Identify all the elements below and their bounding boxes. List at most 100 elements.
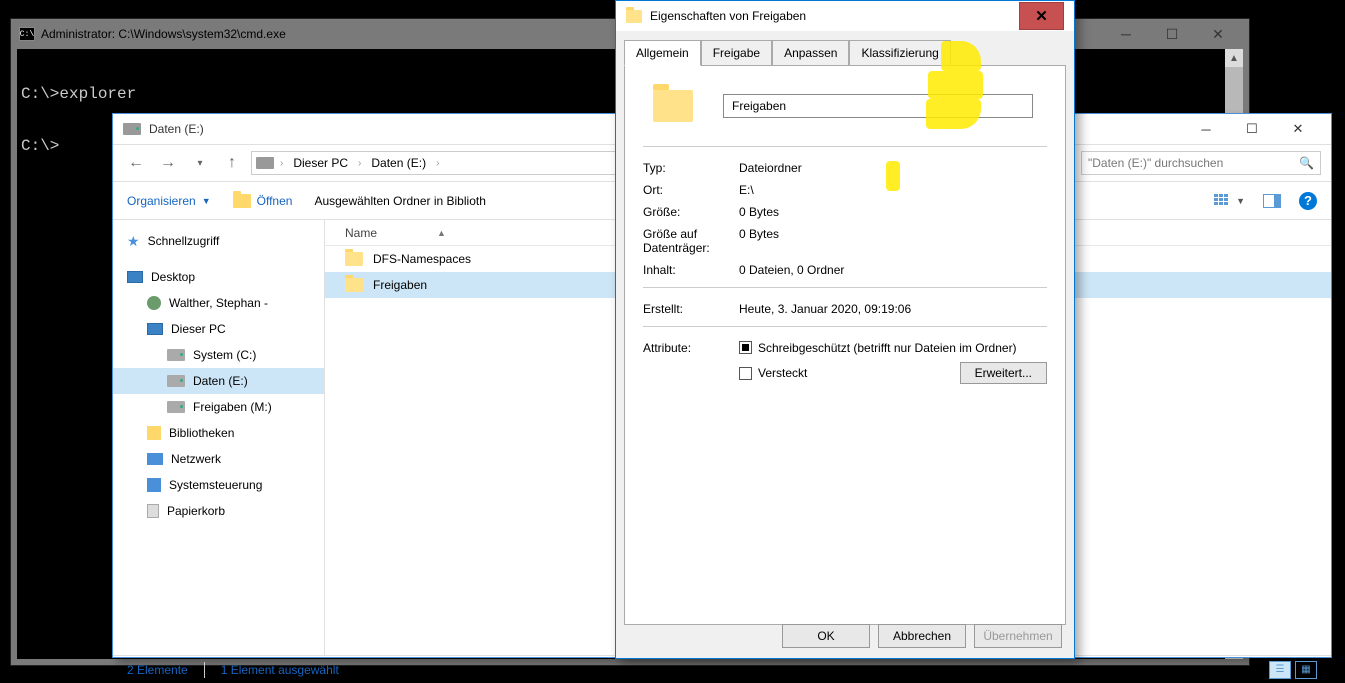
divider <box>643 326 1047 327</box>
tree-drive-m[interactable]: Freigaben (M:) <box>113 394 324 420</box>
tree-libraries[interactable]: Bibliotheken <box>113 420 324 446</box>
library-icon <box>147 426 161 440</box>
open-button[interactable]: Öffnen <box>233 194 293 208</box>
tab-general[interactable]: Allgemein <box>624 40 701 66</box>
label-size-on-disk: Größe auf Datenträger: <box>643 227 739 255</box>
readonly-checkbox[interactable] <box>739 341 752 354</box>
tab-classification[interactable]: Klassifizierung <box>849 40 950 66</box>
properties-page: Typ:Dateiordner Ort:E:\ Größe:0 Bytes Gr… <box>624 65 1066 625</box>
chevron-right-icon[interactable]: › <box>280 158 283 169</box>
tree-quick-access[interactable]: ★ Schnellzugriff <box>113 228 324 254</box>
search-placeholder: "Daten (E:)" durchsuchen <box>1088 156 1223 170</box>
label-size: Größe: <box>643 205 739 219</box>
folder-icon <box>653 90 693 122</box>
tree-user[interactable]: Walther, Stephan - <box>113 290 324 316</box>
cmd-minimize-button[interactable]: ─ <box>1103 20 1149 48</box>
drive-icon <box>256 157 274 169</box>
tree-desktop[interactable]: Desktop <box>113 264 324 290</box>
chevron-down-icon: ▼ <box>202 196 211 206</box>
tree-label: Freigaben (M:) <box>193 400 272 414</box>
folder-icon <box>626 10 642 23</box>
label-location: Ort: <box>643 183 739 197</box>
chevron-right-icon[interactable]: › <box>436 158 439 169</box>
label-type: Typ: <box>643 161 739 175</box>
properties-tabs: Allgemein Freigabe Anpassen Klassifizier… <box>616 31 1074 65</box>
tree-label: Desktop <box>151 270 195 284</box>
explorer-minimize-button[interactable]: ─ <box>1183 115 1229 143</box>
drive-icon <box>123 123 141 135</box>
folder-icon <box>345 252 363 266</box>
divider <box>643 146 1047 147</box>
tree-drive-e[interactable]: Daten (E:) <box>113 368 324 394</box>
advanced-button[interactable]: Erweitert... <box>960 362 1047 384</box>
include-label: Ausgewählten Ordner in Biblioth <box>314 194 485 208</box>
star-icon: ★ <box>127 233 140 250</box>
forward-button[interactable]: → <box>155 150 181 176</box>
value-size: 0 Bytes <box>739 205 779 219</box>
chevron-right-icon[interactable]: › <box>358 158 361 169</box>
divider <box>204 662 205 678</box>
ok-button[interactable]: OK <box>782 624 870 648</box>
value-created: Heute, 3. Januar 2020, 09:19:06 <box>739 302 911 316</box>
explorer-maximize-button[interactable]: ☐ <box>1229 115 1275 143</box>
hidden-label: Versteckt <box>758 366 807 380</box>
tab-customize[interactable]: Anpassen <box>772 40 849 66</box>
explorer-close-button[interactable]: ✕ <box>1275 115 1321 143</box>
drive-icon <box>167 401 185 413</box>
properties-titlebar[interactable]: Eigenschaften von Freigaben ✕ <box>616 1 1074 31</box>
organize-menu[interactable]: Organisieren ▼ <box>127 194 211 208</box>
properties-title-text: Eigenschaften von Freigaben <box>650 9 806 23</box>
folder-icon <box>345 278 363 292</box>
properties-close-button[interactable]: ✕ <box>1019 2 1064 30</box>
back-button[interactable]: ← <box>123 150 149 176</box>
include-in-library-button[interactable]: Ausgewählten Ordner in Biblioth <box>314 194 485 208</box>
explorer-title-text: Daten (E:) <box>149 122 204 136</box>
properties-dialog: Eigenschaften von Freigaben ✕ Allgemein … <box>615 0 1075 659</box>
search-icon[interactable]: 🔍 <box>1299 156 1314 170</box>
open-label: Öffnen <box>257 194 293 208</box>
tree-label: Schnellzugriff <box>148 234 220 248</box>
label-attributes: Attribute: <box>643 341 739 355</box>
value-type: Dateiordner <box>739 161 802 175</box>
label-created: Erstellt: <box>643 302 739 316</box>
help-icon[interactable]: ? <box>1299 192 1317 210</box>
apply-button[interactable]: Übernehmen <box>974 624 1062 648</box>
breadcrumb-pc[interactable]: Dieser PC <box>289 156 352 170</box>
item-name: DFS-Namespaces <box>373 252 471 266</box>
value-location: E:\ <box>739 183 754 197</box>
nav-tree[interactable]: ★ Schnellzugriff Desktop Walther, Stephan… <box>113 220 325 655</box>
tree-drive-c[interactable]: System (C:) <box>113 342 324 368</box>
sort-asc-icon: ▲ <box>437 228 446 238</box>
folder-icon <box>233 194 251 208</box>
search-input[interactable]: "Daten (E:)" durchsuchen 🔍 <box>1081 151 1321 175</box>
tree-this-pc[interactable]: Dieser PC <box>113 316 324 342</box>
tree-label: System (C:) <box>193 348 256 362</box>
cmd-close-button[interactable]: ✕ <box>1195 20 1241 48</box>
tree-network[interactable]: Netzwerk <box>113 446 324 472</box>
column-label: Name <box>345 226 377 240</box>
tree-recycle-bin[interactable]: Papierkorb <box>113 498 324 524</box>
history-dropdown[interactable]: ▾ <box>187 150 213 176</box>
control-panel-icon <box>147 478 161 492</box>
readonly-label: Schreibgeschützt (betrifft nur Dateien i… <box>758 341 1017 355</box>
tab-share[interactable]: Freigabe <box>701 40 772 66</box>
breadcrumb-drive[interactable]: Daten (E:) <box>367 156 430 170</box>
view-menu[interactable]: ▼ <box>1214 194 1245 208</box>
status-selected: 1 Element ausgewählt <box>221 663 339 677</box>
status-bar: 2 Elemente 1 Element ausgewählt ☰ ▦ <box>113 655 1331 683</box>
hidden-checkbox[interactable] <box>739 367 752 380</box>
tree-label: Systemsteuerung <box>169 478 262 492</box>
cancel-button[interactable]: Abbrechen <box>878 624 966 648</box>
cmd-maximize-button[interactable]: ☐ <box>1149 20 1195 48</box>
pc-icon <box>147 323 163 335</box>
tree-label: Bibliotheken <box>169 426 234 440</box>
network-icon <box>147 453 163 465</box>
scroll-up-icon[interactable]: ▲ <box>1225 49 1243 67</box>
preview-pane-button[interactable] <box>1263 194 1281 208</box>
folder-name-input[interactable] <box>723 94 1033 118</box>
tree-label: Dieser PC <box>171 322 226 336</box>
tree-control-panel[interactable]: Systemsteuerung <box>113 472 324 498</box>
label-contents: Inhalt: <box>643 263 739 277</box>
up-button[interactable]: ↑ <box>219 150 245 176</box>
item-name: Freigaben <box>373 278 427 292</box>
